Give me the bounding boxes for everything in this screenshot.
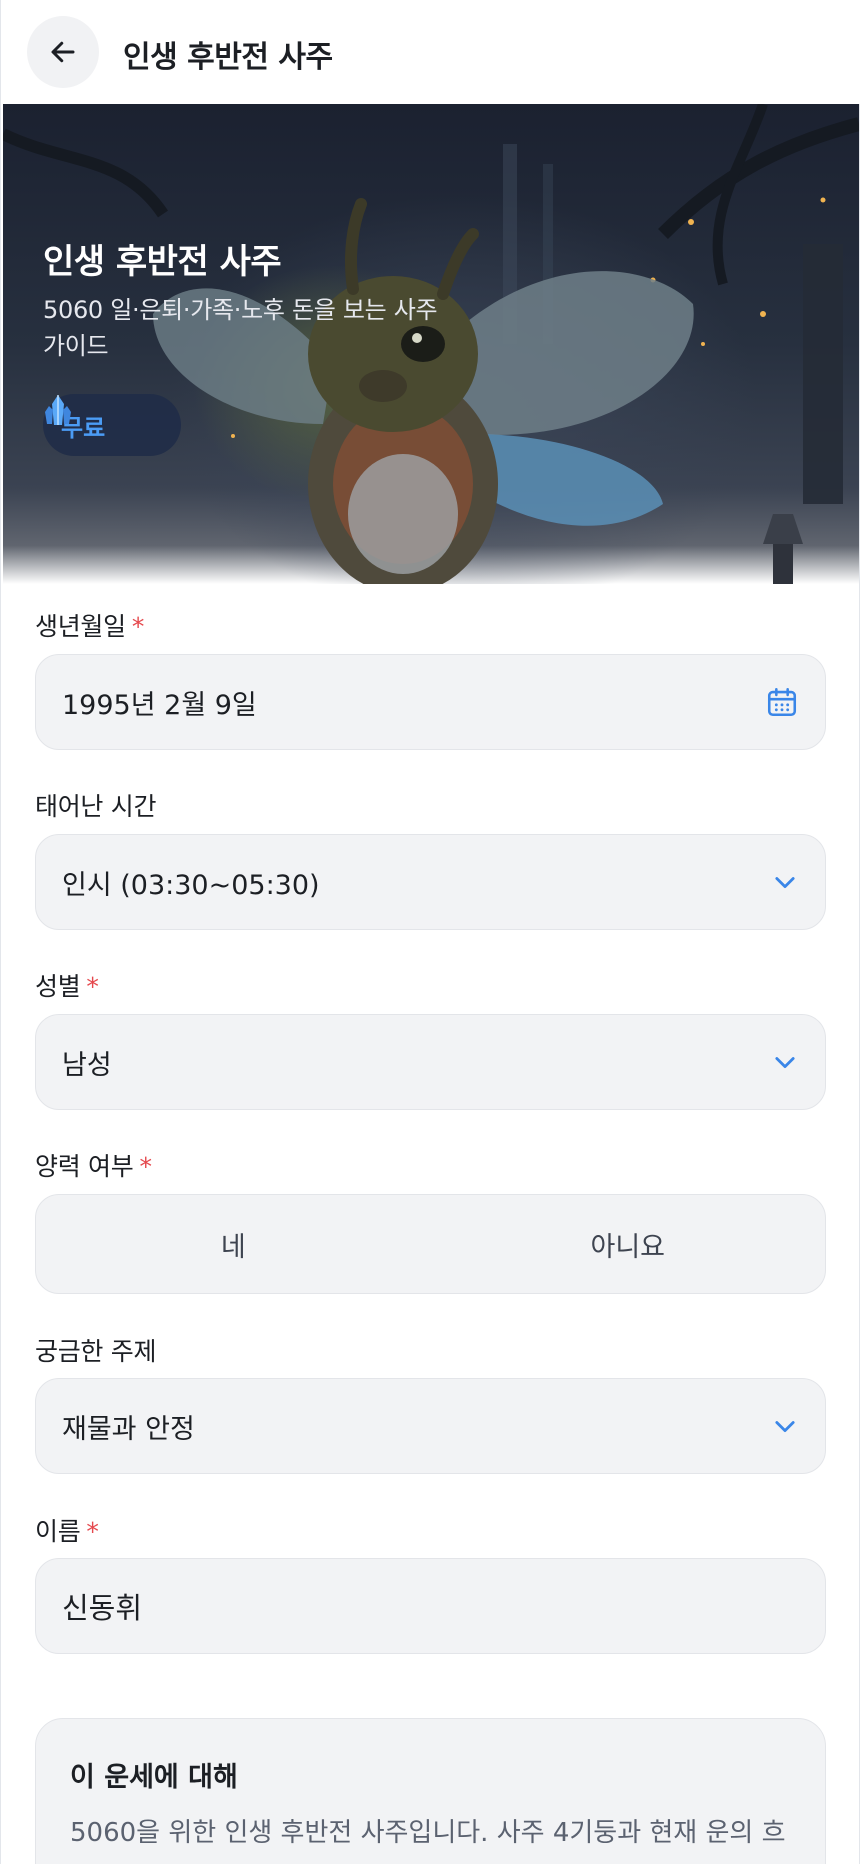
topic-value: 재물과 안정 bbox=[62, 1413, 195, 1445]
price-badge: 무료 bbox=[43, 394, 181, 456]
name-input[interactable]: 신동휘 bbox=[35, 1558, 826, 1654]
calendar-icon bbox=[767, 687, 797, 717]
name-label-text: 이름 bbox=[35, 1517, 81, 1546]
solar-label: 양력 여부 * bbox=[35, 1147, 152, 1183]
name-label: 이름 * bbox=[35, 1512, 99, 1548]
birthdate-value: 1995년 2월 9일 bbox=[62, 689, 257, 721]
topic-label: 궁금한 주제 bbox=[35, 1337, 157, 1366]
solar-no-option[interactable]: 아니요 bbox=[431, 1195, 826, 1293]
solar-toggle: 네 아니요 bbox=[35, 1194, 826, 1294]
required-mark: * bbox=[86, 972, 99, 1001]
required-mark: * bbox=[131, 612, 145, 641]
hero-subtitle: 5060 일·은퇴·가족·노후 돈을 보는 사주 가이드 bbox=[43, 296, 438, 360]
arrow-left-icon bbox=[51, 41, 75, 63]
birthdate-label: 생년월일 * bbox=[35, 607, 144, 643]
hero-title: 인생 후반전 사주 bbox=[43, 242, 282, 282]
gender-select[interactable]: 남성 bbox=[35, 1014, 826, 1110]
top-app-bar: 인생 후반전 사주 bbox=[1, 0, 860, 104]
gender-value: 남성 bbox=[62, 1049, 112, 1081]
back-button[interactable] bbox=[27, 16, 99, 88]
chevron-down-icon bbox=[775, 877, 795, 889]
required-mark: * bbox=[86, 1517, 99, 1546]
page-title: 인생 후반전 사주 bbox=[123, 40, 333, 75]
chevron-down-icon bbox=[775, 1057, 795, 1069]
crystal-icon bbox=[45, 395, 71, 425]
birthtime-label: 태어난 시간 bbox=[35, 792, 157, 821]
gender-label-text: 성별 bbox=[35, 972, 81, 1001]
topic-select[interactable]: 재물과 안정 bbox=[35, 1378, 826, 1474]
solar-label-text: 양력 여부 bbox=[35, 1152, 134, 1181]
birthtime-select[interactable]: 인시 (03:30~05:30) bbox=[35, 834, 826, 930]
name-value: 신동휘 bbox=[62, 1591, 143, 1625]
chevron-down-icon bbox=[775, 1421, 795, 1433]
hero-banner: 인생 후반전 사주 5060 일·은퇴·가족·노후 돈을 보는 사주 가이드 무… bbox=[3, 104, 859, 584]
about-body: 5060을 위한 인생 후반전 사주입니다. 사주 4기둥과 현재 운의 흐 bbox=[70, 1818, 786, 1848]
page: 인생 후반전 사주 인생 후반전 사주 5060 일·은퇴·가족·노후 돈을 보… bbox=[0, 0, 860, 1864]
birthdate-label-text: 생년월일 bbox=[35, 612, 126, 641]
required-mark: * bbox=[139, 1152, 152, 1181]
about-card: 이 운세에 대해 5060을 위한 인생 후반전 사주입니다. 사주 4기둥과 … bbox=[35, 1718, 826, 1864]
solar-yes-option[interactable]: 네 bbox=[36, 1195, 431, 1293]
gender-label: 성별 * bbox=[35, 967, 99, 1003]
birthtime-value: 인시 (03:30~05:30) bbox=[62, 869, 320, 901]
about-title: 이 운세에 대해 bbox=[70, 1762, 238, 1793]
birthdate-field[interactable]: 1995년 2월 9일 bbox=[35, 654, 826, 750]
